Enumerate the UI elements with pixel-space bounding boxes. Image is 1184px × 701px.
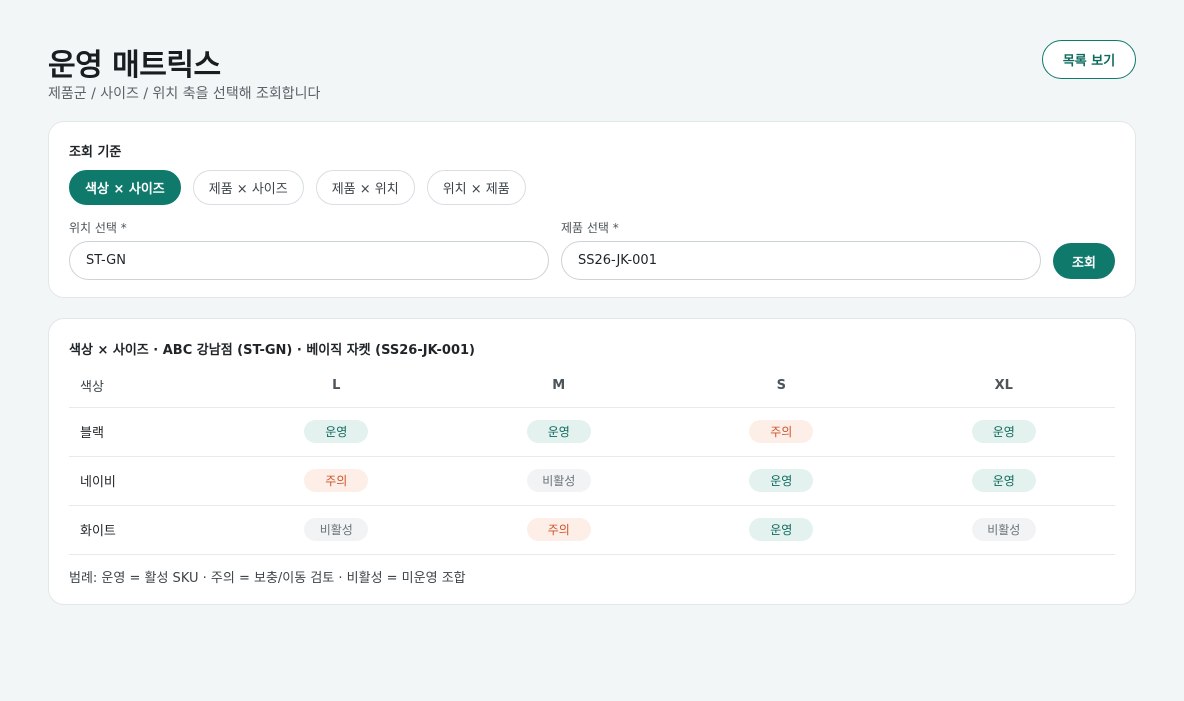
page: 운영 매트릭스 제품군 / 사이즈 / 위치 축을 선택해 조회합니다 목록 보… [48, 0, 1136, 605]
table-header-row: 색상 L M S XL [69, 364, 1115, 408]
column-header: S [670, 364, 893, 408]
column-header: L [225, 364, 448, 408]
product-select[interactable]: SS26-JK-001 [561, 241, 1041, 280]
product-field-label: 제품 선택 * [561, 221, 619, 235]
status-badge[interactable]: 주의 [749, 420, 814, 443]
table-row: 블랙 운영 운영 주의 운영 [69, 407, 1115, 457]
filter-label: 조회 기준 [69, 145, 122, 160]
status-badge[interactable]: 운영 [971, 469, 1036, 492]
row-label: 블랙 [69, 407, 225, 457]
list-view-button[interactable]: 목록 보기 [1042, 40, 1136, 79]
page-header: 운영 매트릭스 제품군 / 사이즈 / 위치 축을 선택해 조회합니다 목록 보… [48, 0, 1136, 122]
status-badge[interactable]: 주의 [304, 469, 369, 492]
status-badge[interactable]: 운영 [749, 518, 814, 541]
axis-chip-group: 색상 × 사이즈 제품 × 사이즈 제품 × 위치 위치 × 제품 [69, 170, 526, 205]
search-button[interactable]: 조회 [1053, 243, 1115, 279]
status-badge[interactable]: 비활성 [526, 469, 591, 492]
status-badge[interactable]: 운영 [971, 420, 1036, 443]
matrix-title: 색상 × 사이즈 · ABC 강남점 (ST-GN) · 베이직 자켓 (SS2… [69, 343, 475, 358]
page-title: 운영 매트릭스 [48, 48, 221, 83]
table-row: 화이트 비활성 주의 운영 비활성 [69, 505, 1115, 555]
location-select[interactable]: ST-GN [69, 241, 549, 280]
table-row: 네이비 주의 비활성 운영 운영 [69, 456, 1115, 506]
chip-location-product[interactable]: 위치 × 제품 [426, 170, 526, 205]
status-badge[interactable]: 운영 [526, 420, 591, 443]
row-label: 화이트 [69, 505, 225, 555]
chip-product-size[interactable]: 제품 × 사이즈 [192, 170, 304, 205]
row-header: 색상 [69, 364, 225, 408]
status-badge[interactable]: 비활성 [971, 518, 1036, 541]
page-subtitle: 제품군 / 사이즈 / 위치 축을 선택해 조회합니다 [48, 86, 321, 102]
chip-product-location[interactable]: 제품 × 위치 [315, 170, 415, 205]
status-badge[interactable]: 운영 [749, 469, 814, 492]
matrix-card: 색상 × 사이즈 · ABC 강남점 (ST-GN) · 베이직 자켓 (SS2… [48, 318, 1136, 605]
chip-color-size[interactable]: 색상 × 사이즈 [69, 170, 181, 205]
column-header: M [447, 364, 670, 408]
status-badge[interactable]: 비활성 [304, 518, 369, 541]
column-header: XL [892, 364, 1115, 408]
status-badge[interactable]: 주의 [526, 518, 591, 541]
row-label: 네이비 [69, 456, 225, 506]
matrix-table: 색상 L M S XL 블랙 운영 운영 주의 운영 네이비 주의 비활성 운영… [69, 364, 1115, 555]
matrix-legend: 범례: 운영 = 활성 SKU · 주의 = 보충/이동 검토 · 비활성 = … [69, 571, 466, 586]
status-badge[interactable]: 운영 [304, 420, 369, 443]
location-field-label: 위치 선택 * [69, 221, 127, 235]
filter-card: 조회 기준 색상 × 사이즈 제품 × 사이즈 제품 × 위치 위치 × 제품 … [48, 121, 1136, 298]
